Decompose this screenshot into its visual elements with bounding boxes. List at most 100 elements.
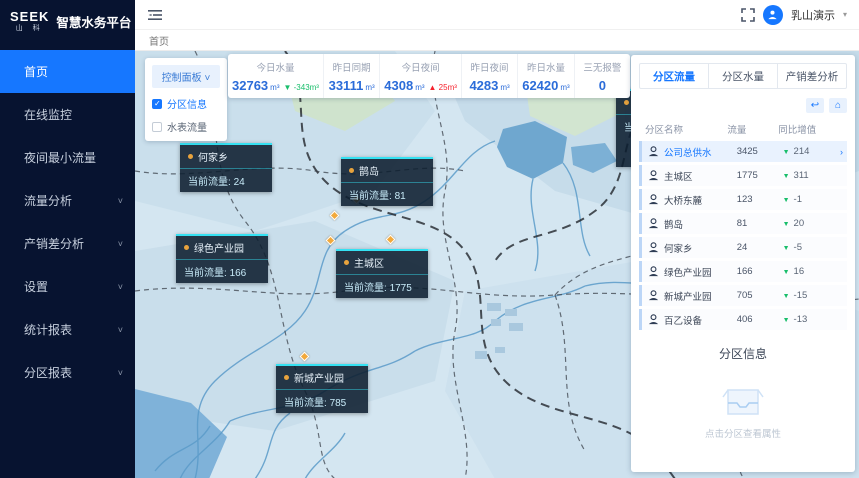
map-bubble-quedao[interactable]: 鹊岛 当前流量: 81 bbox=[341, 157, 433, 206]
sidebar-item-nrw-analysis[interactable]: 产销差分析˅ bbox=[0, 222, 135, 265]
tab-nrw-analysis[interactable]: 产销差分析 bbox=[777, 64, 846, 88]
stat-label: 三无报警 bbox=[583, 60, 621, 74]
bubble-flow-label: 当前流量: bbox=[188, 177, 231, 188]
zone-name: 何家乡 bbox=[664, 241, 737, 255]
table-row[interactable]: 百乙设备 406 ▼-13 › bbox=[639, 309, 847, 330]
bubble-flow-label: 当前流量: bbox=[349, 191, 392, 202]
table-row[interactable]: 主城区 1775 ▼311 › bbox=[639, 165, 847, 186]
bubble-dot-icon bbox=[344, 260, 349, 265]
sidebar-item-online-monitoring[interactable]: 在线监控 bbox=[0, 93, 135, 136]
app-title: 智慧水务平台 bbox=[56, 12, 131, 31]
layer-option-zone-info[interactable]: 分区信息 bbox=[152, 96, 220, 111]
breadcrumb[interactable]: 首页 bbox=[149, 33, 169, 48]
stat-label: 今日夜间 bbox=[402, 60, 440, 74]
stat-unit: m³ bbox=[270, 83, 279, 92]
zone-flow: 24 bbox=[737, 242, 783, 253]
zone-name: 主城区 bbox=[664, 169, 737, 183]
stat-label: 昨日水量 bbox=[527, 60, 565, 74]
zone-name: 百乙设备 bbox=[664, 313, 737, 327]
map-bubble-green-park[interactable]: 绿色产业园 当前流量: 166 bbox=[176, 234, 268, 283]
stat-today-volume: 今日水量 32763m³▼ -343m³ bbox=[228, 54, 324, 98]
zone-icon bbox=[647, 289, 660, 302]
stat-label: 今日水量 bbox=[256, 60, 294, 74]
sidebar-item-label: 产销差分析 bbox=[24, 235, 84, 252]
zone-flow: 705 bbox=[737, 290, 783, 301]
stat-unit: m³ bbox=[365, 83, 374, 92]
stat-last-night-volume: 昨日夜间 4283m³ bbox=[462, 54, 518, 98]
sidebar-item-zone-reports[interactable]: 分区报表˅ bbox=[0, 351, 135, 394]
trend-down-icon: ▼ bbox=[783, 293, 790, 300]
stat-label: 昨日夜间 bbox=[471, 60, 509, 74]
bubble-dot-icon bbox=[284, 375, 289, 380]
back-icon[interactable]: ↩ bbox=[806, 98, 824, 113]
logo-mark-icon: SEEK 山 科 bbox=[10, 10, 49, 32]
tab-zone-flow[interactable]: 分区流量 bbox=[640, 64, 708, 88]
stat-value: 32763 bbox=[232, 78, 268, 93]
table-row[interactable]: 新城产业园 705 ▼-15 › bbox=[639, 285, 847, 306]
zone-delta: 311 bbox=[794, 170, 809, 181]
zone-icon bbox=[647, 217, 660, 230]
fullscreen-icon[interactable] bbox=[741, 8, 755, 22]
sidebar-item-settings[interactable]: 设置˅ bbox=[0, 265, 135, 308]
table-row[interactable]: 鹊岛 81 ▼20 › bbox=[639, 213, 847, 234]
layer-option-meter-flow[interactable]: 水表流量 bbox=[152, 119, 220, 134]
table-header: 分区名称 流量 同比增值 bbox=[639, 122, 847, 136]
table-row[interactable]: 大桥东麓 123 ▼-1 › bbox=[639, 189, 847, 210]
map-bubble-main-city[interactable]: 主城区 当前流量: 1775 bbox=[336, 249, 428, 298]
col-flow: 流量 bbox=[727, 122, 778, 136]
sidebar-item-flow-analysis[interactable]: 流量分析˅ bbox=[0, 179, 135, 222]
trend-down-icon: ▼ bbox=[783, 197, 790, 204]
layer-control-panel: 控制面板 ˅ 分区信息 水表流量 bbox=[145, 58, 227, 141]
col-yoy-delta: 同比增值 bbox=[778, 122, 841, 136]
chevron-down-icon: ˅ bbox=[118, 325, 123, 335]
table-row[interactable]: 公司总供水 3425 ▼214 › bbox=[639, 141, 847, 162]
tab-zone-volume[interactable]: 分区水量 bbox=[708, 64, 777, 88]
sidebar-item-stat-reports[interactable]: 统计报表 ˅ bbox=[0, 308, 135, 351]
checkbox-checked-icon[interactable] bbox=[152, 99, 162, 109]
zone-flow: 406 bbox=[737, 314, 783, 325]
table-row[interactable]: 何家乡 24 ▼-5 › bbox=[639, 237, 847, 258]
checkbox-unchecked-icon[interactable] bbox=[152, 122, 162, 132]
bubble-flow-value: 166 bbox=[230, 268, 247, 279]
chevron-down-icon: ˅ bbox=[118, 282, 123, 292]
sidebar-item-label: 统计报表 bbox=[24, 321, 72, 338]
zone-delta: -15 bbox=[794, 290, 808, 301]
breadcrumb-bar: 首页 bbox=[135, 30, 859, 51]
sidebar-item-label: 夜间最小流量 bbox=[24, 149, 96, 166]
zone-delta: 16 bbox=[794, 266, 805, 277]
zone-flow: 3425 bbox=[737, 146, 783, 157]
panel-actions: ↩ ⌂ bbox=[639, 98, 847, 113]
stat-unit: m³ bbox=[500, 83, 509, 92]
trend-down-icon: ▼ bbox=[783, 317, 790, 324]
zone-table: 公司总供水 3425 ▼214 › 主城区 1775 ▼311 › bbox=[639, 141, 847, 333]
table-row[interactable]: 绿色产业园 166 ▼16 › bbox=[639, 261, 847, 282]
stat-unit: m³ bbox=[560, 83, 569, 92]
bubble-name: 主城区 bbox=[354, 255, 384, 270]
collapse-sidebar-icon[interactable] bbox=[147, 7, 163, 23]
main-area: 乳山演示 ▾ 首页 bbox=[135, 0, 859, 478]
username[interactable]: 乳山演示 bbox=[791, 7, 835, 23]
bubble-dot-icon bbox=[188, 154, 193, 159]
bubble-flow-label: 当前流量: bbox=[284, 398, 327, 409]
layer-control-button[interactable]: 控制面板 ˅ bbox=[152, 65, 220, 88]
empty-caption: 点击分区查看属性 bbox=[705, 426, 781, 440]
bubble-dot-icon bbox=[184, 245, 189, 250]
chevron-down-icon: ˅ bbox=[118, 196, 123, 206]
chevron-right-icon: › bbox=[840, 147, 843, 157]
zone-flow: 166 bbox=[737, 266, 783, 277]
stat-value: 4283 bbox=[469, 78, 498, 93]
chevron-down-icon[interactable]: ▾ bbox=[843, 10, 847, 19]
stat-label: 昨日同期 bbox=[333, 60, 371, 74]
sidebar-item-home[interactable]: 首页 bbox=[0, 50, 135, 93]
home-icon[interactable]: ⌂ bbox=[829, 98, 847, 113]
tab-label: 分区流量 bbox=[653, 69, 695, 84]
zone-name: 鹊岛 bbox=[664, 217, 737, 231]
avatar[interactable] bbox=[763, 5, 783, 25]
sidebar-item-label: 在线监控 bbox=[24, 106, 72, 123]
map-bubble-new-city-park[interactable]: 新城产业园 当前流量: 785 bbox=[276, 364, 368, 413]
sidebar-item-night-min-flow[interactable]: 夜间最小流量 bbox=[0, 136, 135, 179]
zone-icon bbox=[647, 193, 660, 206]
map-bubble-hejiaxiang[interactable]: 何家乡 当前流量: 24 bbox=[180, 143, 272, 192]
stat-unit: m³ bbox=[415, 83, 424, 92]
zone-delta: -5 bbox=[794, 242, 802, 253]
